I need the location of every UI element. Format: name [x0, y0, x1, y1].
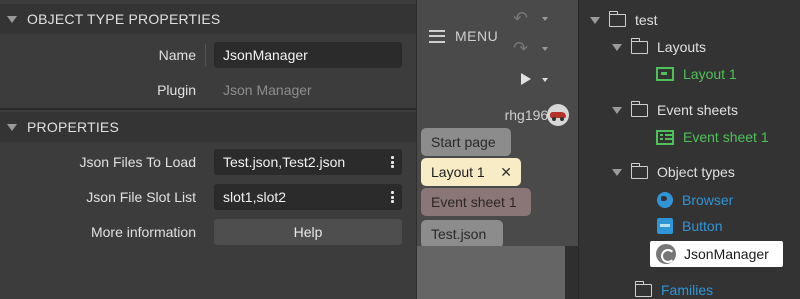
- tab-area-background: [417, 246, 565, 299]
- tree-label: Families: [661, 282, 714, 298]
- property-label-plugin: Plugin: [157, 82, 196, 98]
- property-label-name: Name: [158, 47, 196, 63]
- tree-node-browser[interactable]: Browser: [657, 189, 733, 211]
- section-title: PROPERTIES: [27, 119, 119, 135]
- collapse-triangle-icon[interactable]: [7, 123, 17, 131]
- tab-label: Event sheet 1: [431, 194, 517, 210]
- tree-node-families[interactable]: Families: [634, 279, 714, 299]
- tree-node-event-sheet-1[interactable]: Event sheet 1: [656, 126, 769, 148]
- property-row-json-files: Json Files To Load Test.json,Test2.json: [0, 147, 416, 177]
- help-button[interactable]: Help: [214, 219, 402, 245]
- tab-event-sheet-1[interactable]: Event sheet 1: [421, 188, 531, 216]
- name-field[interactable]: JsonManager: [214, 42, 402, 68]
- play-icon[interactable]: [521, 73, 531, 85]
- globe-icon: [657, 192, 673, 208]
- section-separator: [0, 108, 416, 110]
- expand-triangle-icon[interactable]: [612, 168, 622, 176]
- plugin-icon: [656, 244, 676, 264]
- slot-list-value: slot1,slot2: [223, 189, 287, 205]
- tree-label: Layout 1: [683, 66, 737, 82]
- section-title: OBJECT TYPE PROPERTIES: [27, 11, 221, 27]
- property-row-more-info: More information Help: [0, 217, 416, 247]
- expand-triangle-icon[interactable]: [590, 16, 600, 24]
- property-label-json-files: Json Files To Load: [79, 154, 196, 170]
- folder-icon: [608, 10, 626, 27]
- more-options-icon[interactable]: [391, 191, 394, 203]
- menu-label: MENU: [455, 28, 499, 44]
- property-label-more-info: More information: [90, 224, 196, 240]
- redo-icon[interactable]: ↷: [513, 38, 528, 59]
- tab-layout-1[interactable]: Layout 1 ✕: [421, 158, 521, 186]
- folder-icon: [630, 100, 648, 117]
- tree-label: Event sheets: [657, 102, 738, 118]
- properties-header[interactable]: PROPERTIES: [0, 112, 416, 142]
- toolbar-column: MENU ↶ ↷ rhg1968 Start page Layout 1 ✕ E…: [416, 0, 578, 299]
- tree-node-layout-1[interactable]: Layout 1: [656, 63, 737, 85]
- avatar[interactable]: [547, 104, 569, 126]
- undo-icon[interactable]: ↶: [513, 8, 528, 29]
- more-options-icon[interactable]: [391, 156, 394, 168]
- folder-icon: [630, 162, 648, 179]
- plugin-value: Json Manager: [223, 82, 312, 98]
- tree-node-jsonmanager[interactable]: JsonManager: [650, 241, 783, 267]
- tree-node-object-types[interactable]: Object types: [612, 161, 735, 183]
- event-sheet-icon: [656, 129, 674, 145]
- divider: [205, 44, 206, 66]
- tree-node-button[interactable]: Button: [657, 215, 722, 237]
- expand-triangle-icon[interactable]: [612, 106, 622, 114]
- button-object-icon: [657, 218, 673, 234]
- slot-list-field[interactable]: slot1,slot2: [214, 184, 402, 210]
- collapse-triangle-icon[interactable]: [7, 15, 17, 23]
- property-label-slot-list: Json File Slot List: [86, 189, 196, 205]
- tab-start-page[interactable]: Start page: [421, 128, 511, 156]
- tree-label: Object types: [657, 164, 735, 180]
- layout-icon: [656, 67, 674, 81]
- close-icon[interactable]: ✕: [500, 158, 512, 186]
- tab-label: Layout 1: [431, 164, 485, 180]
- expand-triangle-icon[interactable]: [612, 43, 622, 51]
- tab-label: Test.json: [431, 226, 487, 242]
- tree-label: Browser: [682, 192, 734, 208]
- folder-icon: [630, 37, 648, 54]
- json-files-field[interactable]: Test.json,Test2.json: [214, 149, 402, 175]
- property-row-slot-list: Json File Slot List slot1,slot2: [0, 182, 416, 212]
- scrollbar[interactable]: [565, 246, 578, 299]
- tab-test-json[interactable]: Test.json: [421, 220, 503, 248]
- properties-panel: OBJECT TYPE PROPERTIES Name JsonManager …: [0, 0, 416, 299]
- tree-label: test: [635, 12, 658, 28]
- tree-label: Layouts: [657, 39, 707, 55]
- tree-label: Button: [682, 218, 723, 234]
- json-files-value: Test.json,Test2.json: [223, 154, 346, 170]
- property-row-plugin: Plugin Json Manager: [0, 75, 416, 105]
- tree-label: Event sheet 1: [683, 129, 769, 145]
- object-type-properties-header[interactable]: OBJECT TYPE PROPERTIES: [0, 4, 416, 34]
- tree-node-event-sheets[interactable]: Event sheets: [612, 99, 738, 121]
- undo-dropdown-icon[interactable]: [542, 17, 548, 21]
- folder-icon: [634, 280, 652, 297]
- play-dropdown-icon[interactable]: [542, 78, 548, 82]
- menu-button[interactable]: MENU: [429, 26, 498, 46]
- tree-node-root[interactable]: test: [590, 9, 658, 31]
- tab-label: Start page: [431, 134, 496, 150]
- hamburger-icon: [429, 29, 445, 43]
- property-row-name: Name JsonManager: [0, 40, 416, 70]
- tree-label: JsonManager: [684, 246, 769, 262]
- tree-node-layouts[interactable]: Layouts: [612, 36, 706, 58]
- redo-dropdown-icon[interactable]: [542, 47, 548, 51]
